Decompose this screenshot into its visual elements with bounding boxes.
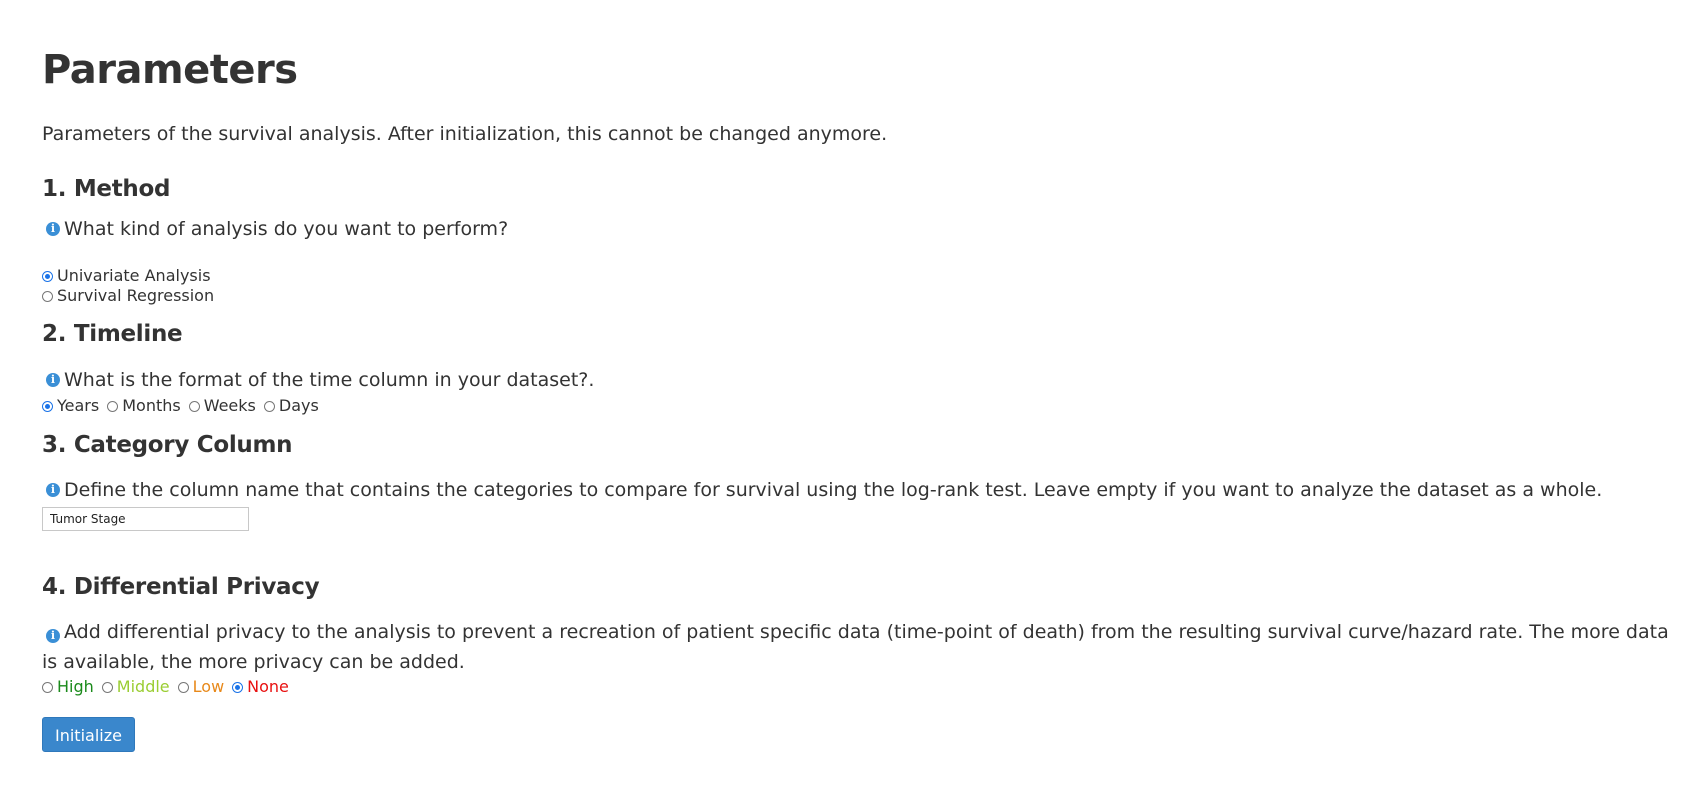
method-option-univariate[interactable]: Univariate Analysis [42,266,1687,286]
privacy-option-low[interactable]: Low [177,677,225,697]
category-question: i Define the column name that contains t… [42,478,1687,502]
timeline-option-weeks[interactable]: Weeks [188,396,256,416]
radio-none[interactable] [232,681,244,693]
radio-low[interactable] [177,681,189,693]
method-question: i What kind of analysis do you want to p… [42,217,1687,241]
method-heading: 1. Method [42,176,171,202]
radio-high[interactable] [42,681,53,693]
privacy-heading: 4. Differential Privacy [42,574,320,600]
method-option-label: Survival Regression [57,286,215,305]
timeline-option-label: Days [278,396,319,415]
radio-middle[interactable] [101,681,113,693]
radio-regression[interactable] [42,290,53,302]
radio-weeks[interactable] [188,400,200,412]
radio-univariate[interactable] [42,270,53,282]
method-option-regression[interactable]: Survival Regression [42,286,1687,306]
initialize-button[interactable]: Initialize [42,717,135,752]
privacy-option-none[interactable]: None [232,677,289,697]
privacy-options: High Middle Low None [42,677,1687,697]
privacy-option-label: Low [192,677,225,696]
privacy-question: i Add differential privacy to the analysi… [42,617,1677,677]
parameters-page: Parameters Parameters of the survival an… [0,0,1707,752]
actions: Initialize [42,717,1687,752]
timeline-options: Years Months Weeks Days [42,396,1687,416]
privacy-option-middle[interactable]: Middle [101,677,170,697]
info-icon[interactable]: i [46,373,60,387]
category-question-text: Define the column name that contains the… [64,479,1603,501]
privacy-option-label: Middle [116,677,170,696]
category-input-wrap [42,507,1687,531]
page-title: Parameters [42,47,298,93]
category-column-input[interactable] [42,507,249,531]
category-heading: 3. Category Column [42,432,293,458]
timeline-option-label: Months [122,396,181,415]
timeline-option-days[interactable]: Days [263,396,319,416]
page-subtitle: Parameters of the survival analysis. Aft… [42,123,888,145]
timeline-option-label: Weeks [203,396,256,415]
method-question-text: What kind of analysis do you want to per… [64,218,509,240]
privacy-option-high[interactable]: High [42,677,94,697]
radio-months[interactable] [107,400,119,412]
info-icon[interactable]: i [46,483,60,497]
privacy-option-label: None [247,677,289,696]
radio-days[interactable] [263,400,275,412]
timeline-question-text: What is the format of the time column in… [64,369,595,391]
info-icon[interactable]: i [46,629,60,643]
timeline-option-months[interactable]: Months [107,396,181,416]
info-icon[interactable]: i [46,222,60,236]
timeline-heading: 2. Timeline [42,321,183,347]
timeline-option-years[interactable]: Years [42,396,99,416]
privacy-question-text: Add differential privacy to the analysis… [42,621,1669,673]
timeline-option-label: Years [57,396,100,415]
timeline-question: i What is the format of the time column … [42,368,1687,392]
radio-years[interactable] [42,400,53,412]
method-option-label: Univariate Analysis [57,266,211,285]
privacy-option-label: High [57,677,94,696]
